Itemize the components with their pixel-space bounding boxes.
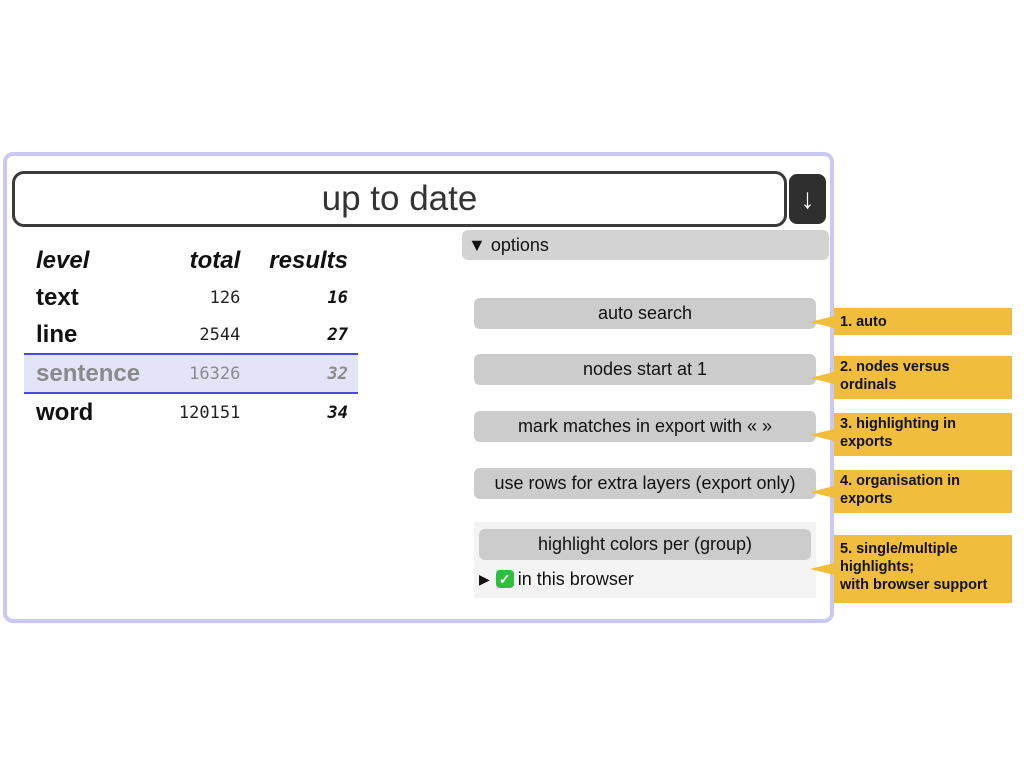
- callout-4-text: 4. organisation in exports: [840, 473, 961, 507]
- auto-search-label: auto search: [597, 303, 693, 323]
- row-total: 16326: [161, 353, 251, 394]
- row-level: word: [36, 398, 94, 426]
- header-results: results: [269, 246, 348, 274]
- callout-5: 5. single/multiple highlights; with brow…: [810, 535, 1012, 603]
- table-header: level total results: [24, 242, 358, 279]
- mark-matches-label: mark matches in export with « »: [517, 416, 773, 436]
- row-level: line: [36, 320, 78, 348]
- table-row[interactable]: word 120151 34: [24, 393, 358, 431]
- arrow-down-icon: ↓: [800, 183, 815, 214]
- highlight-colors-label: highlight colors per (group): [537, 534, 753, 554]
- table-row-selected[interactable]: sentence 16326 32: [24, 353, 358, 394]
- options-toggle[interactable]: ▼ options: [462, 230, 829, 260]
- callout-3: 3. highlighting in exports: [810, 413, 1012, 456]
- row-results: 16: [327, 287, 348, 308]
- row-total: 2544: [199, 324, 241, 345]
- header-total: total: [189, 246, 241, 274]
- header-level: level: [36, 246, 90, 274]
- nodes-start-label: nodes start at 1: [582, 359, 708, 379]
- callout-1-text: 1. auto: [840, 314, 887, 330]
- row-total: 126: [209, 287, 241, 308]
- status-display: up to date: [12, 171, 787, 227]
- auto-search-button[interactable]: auto search: [474, 298, 816, 329]
- callout-1: 1. auto: [810, 308, 1012, 335]
- callout-2: 2. nodes versus ordinals: [810, 356, 1012, 399]
- browser-support-label: in this browser: [517, 568, 634, 589]
- triangle-right-icon: ▶: [479, 570, 490, 587]
- row-results: 27: [327, 324, 348, 345]
- row-total: 120151: [178, 402, 241, 423]
- table-row[interactable]: text 126 16: [24, 279, 358, 316]
- use-rows-label: use rows for extra layers (export only): [494, 473, 796, 493]
- mark-matches-button[interactable]: mark matches in export with « »: [474, 411, 816, 442]
- nodes-start-button[interactable]: nodes start at 1: [474, 354, 816, 385]
- browser-support-toggle[interactable]: ▶ ✓ in this browser: [479, 567, 634, 591]
- callout-5-text-2: with browser support: [840, 577, 988, 593]
- status-text: up to date: [321, 179, 478, 218]
- callout-5-text: 5. single/multiple highlights;: [840, 541, 958, 575]
- download-button[interactable]: ↓: [789, 174, 826, 224]
- callout-3-text: 3. highlighting in exports: [840, 416, 956, 450]
- use-rows-button[interactable]: use rows for extra layers (export only): [474, 468, 816, 499]
- row-results: 34: [327, 402, 348, 423]
- table-row[interactable]: line 2544 27: [24, 316, 358, 354]
- callout-4: 4. organisation in exports: [810, 470, 1012, 513]
- stats-table: level total results text 126 16 line 254…: [24, 242, 358, 431]
- row-level: text: [36, 283, 79, 311]
- options-label: ▼ options: [468, 234, 549, 255]
- row-results: 32: [250, 353, 358, 394]
- callout-2-text: 2. nodes versus ordinals: [840, 359, 950, 393]
- row-level: sentence: [24, 353, 162, 394]
- checkmark-icon: ✓: [495, 570, 514, 588]
- highlight-colors-button[interactable]: highlight colors per (group): [479, 529, 811, 560]
